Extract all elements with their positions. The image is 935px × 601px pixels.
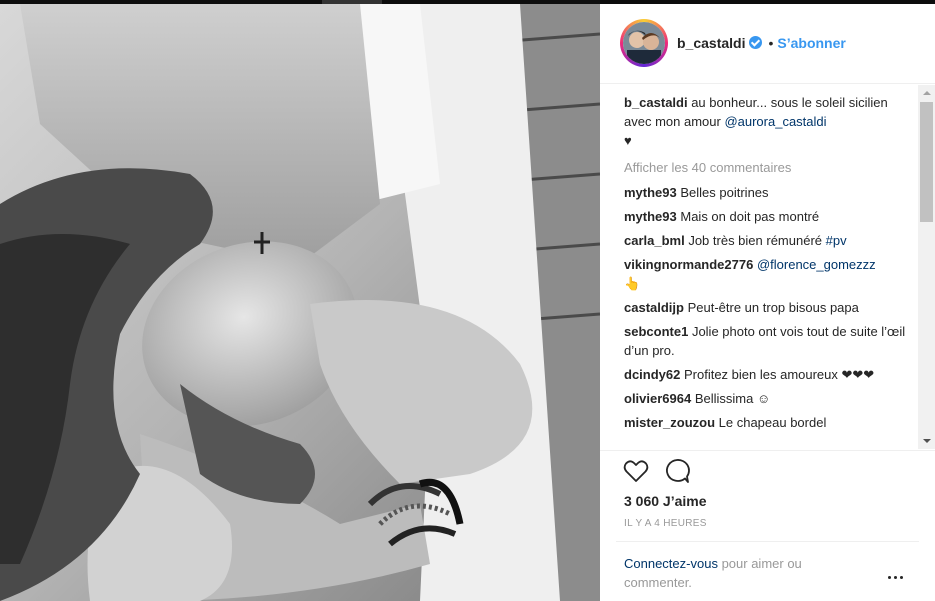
comment-username[interactable]: carla_bml: [624, 233, 685, 248]
login-prompt: Connectez-vous pour aimer ou commenter.: [624, 554, 854, 592]
instagram-post-window: b_castaldi • S’abonner b_castaldi au bonhe…: [0, 0, 935, 601]
comments-scrollbar[interactable]: [918, 85, 935, 449]
comment-username[interactable]: mythe93: [624, 209, 677, 224]
scroll-up-arrow-icon[interactable]: [918, 85, 935, 102]
comment-username[interactable]: dcindy62: [624, 367, 680, 382]
post-author: b_castaldi • S’abonner: [677, 35, 846, 51]
divider: [616, 541, 919, 542]
caption-mention[interactable]: @aurora_castaldi: [724, 114, 826, 129]
scroll-down-arrow-icon[interactable]: [918, 432, 935, 449]
comment-username[interactable]: olivier6964: [624, 391, 691, 406]
comment-username[interactable]: vikingnormande2776: [624, 257, 753, 272]
comment-username[interactable]: mythe93: [624, 185, 677, 200]
login-link[interactable]: Connectez-vous: [624, 556, 718, 571]
avatar-image: [623, 22, 665, 64]
verified-badge-icon: [749, 36, 763, 49]
comment-item: mythe93 Belles poitrines: [624, 183, 914, 202]
more-options-icon[interactable]: [886, 567, 906, 587]
scrollbar-thumb[interactable]: [920, 102, 933, 222]
likes-count[interactable]: 3 060 J’aime: [624, 493, 707, 509]
post-timestamp[interactable]: IL Y A 4 HEURES: [624, 518, 707, 529]
caption-emoji: ♥: [624, 133, 632, 148]
comment-item: dcindy62 Profitez bien les amoureux ❤❤❤: [624, 365, 914, 384]
comment-text: Job très bien rémunéré: [688, 233, 826, 248]
comment-username[interactable]: sebconte1: [624, 324, 688, 339]
divider: [600, 450, 935, 451]
post-caption: b_castaldi au bonheur... sous le soleil …: [624, 93, 914, 150]
comment-text: Bellissima ☺: [694, 391, 771, 406]
comment-item: sebconte1 Jolie photo ont vois tout de s…: [624, 322, 914, 360]
separator-dot: •: [768, 35, 774, 51]
caption-username[interactable]: b_castaldi: [624, 95, 688, 110]
comment-mention[interactable]: @florence_gomezzz: [757, 257, 876, 272]
comment-item: olivier6964 Bellissima ☺: [624, 389, 914, 408]
comment-text: Peut-être un trop bisous papa: [687, 300, 859, 315]
post-header: b_castaldi • S’abonner: [600, 4, 935, 84]
photo-illustration: [0, 4, 600, 601]
comment-item: mister_zouzou Le chapeau bordel: [624, 413, 914, 432]
comments-scroll-area: b_castaldi au bonheur... sous le soleil …: [624, 93, 914, 437]
avatar[interactable]: [620, 19, 668, 67]
comment-item: vikingnormande2776 @florence_gomezzz 👆: [624, 255, 914, 293]
heart-outline-icon[interactable]: [622, 457, 650, 485]
comment-username[interactable]: mister_zouzou: [624, 415, 715, 430]
comment-hashtag[interactable]: #pv: [826, 233, 847, 248]
speech-bubble-icon[interactable]: [663, 457, 691, 485]
comment-text: Profitez bien les amoureux ❤❤❤: [683, 367, 875, 382]
author-username[interactable]: b_castaldi: [677, 35, 745, 51]
post-side-panel: b_castaldi • S’abonner b_castaldi au bonhe…: [600, 4, 935, 601]
comments-list[interactable]: b_castaldi au bonheur... sous le soleil …: [600, 85, 935, 449]
follow-button[interactable]: S’abonner: [777, 35, 845, 51]
view-all-comments-link[interactable]: Afficher les 40 commentaires: [624, 158, 914, 177]
comment-username[interactable]: castaldijp: [624, 300, 684, 315]
comment-item: castaldijp Peut-être un trop bisous papa: [624, 298, 914, 317]
comment-text: Belles poitrines: [680, 185, 769, 200]
comment-emoji: 👆: [624, 276, 641, 291]
comment-item: mythe93 Mais on doit pas montré: [624, 207, 914, 226]
post-photo[interactable]: [0, 4, 600, 601]
comment-text: Mais on doit pas montré: [680, 209, 820, 224]
comment-item: carla_bml Job très bien rémunéré #pv: [624, 231, 914, 250]
comment-text: Le chapeau bordel: [718, 415, 827, 430]
